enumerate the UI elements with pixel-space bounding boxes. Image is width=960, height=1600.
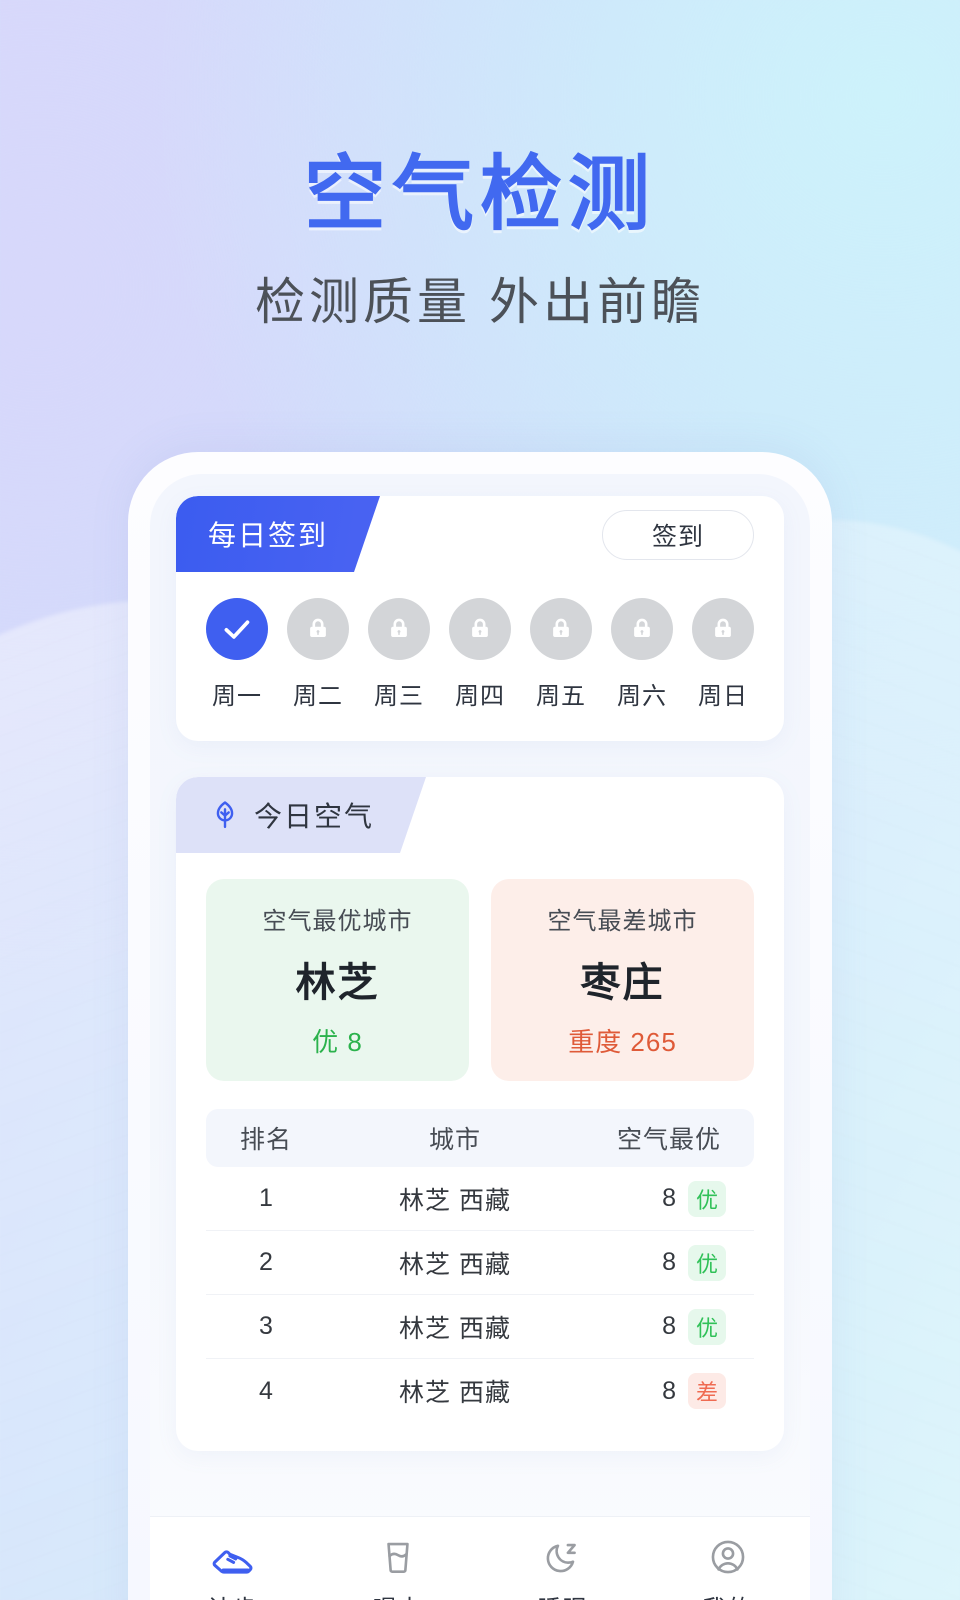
tab-shoe[interactable]: 计步 — [150, 1533, 315, 1600]
cell-air: 8优 — [584, 1308, 754, 1345]
checkin-day-label: 周六 — [617, 683, 667, 710]
moon-icon — [542, 1533, 584, 1581]
tab-glass[interactable]: 喝水 — [315, 1533, 480, 1600]
table-row[interactable]: 2 林芝 西藏 8 优 — [206, 1231, 754, 1295]
tab-label: 我的 — [703, 1589, 753, 1600]
status-badge: 差 — [687, 1373, 726, 1409]
cell-aqi-value: 8 — [662, 1376, 676, 1405]
cell-rank: 2 — [259, 1248, 273, 1276]
checkin-tab: 每日签到 — [176, 496, 380, 572]
worst-city-box[interactable]: 空气最差城市 枣庄 重度 265 — [491, 879, 754, 1081]
cell-air: 8优 — [584, 1180, 754, 1217]
tab-label: 计步 — [208, 1589, 258, 1600]
checkin-day-label: 周一 — [212, 683, 262, 710]
tab-moon[interactable]: 睡眠 — [480, 1533, 645, 1600]
checkin-day-4[interactable]: 周四 — [449, 598, 511, 711]
tab-label: 喝水 — [373, 1589, 423, 1600]
column-header-city: 城市 — [428, 1126, 481, 1154]
checkin-header: 每日签到 签到 — [176, 496, 784, 572]
checkin-day-7[interactable]: 周日 — [692, 598, 754, 711]
cell-rank: 3 — [259, 1312, 273, 1340]
cell-rank: 1 — [259, 1184, 273, 1212]
lock-icon[interactable] — [692, 598, 754, 660]
cell-aqi-value: 8 — [662, 1248, 676, 1276]
checkin-day-label: 周日 — [698, 683, 748, 710]
air-card-body: 空气最优城市 林芝 优 8 空气最差城市 枣庄 重度 265 排名 城市 空气最… — [176, 853, 784, 1451]
air-tab: 今日空气 — [176, 777, 426, 853]
checkin-day-label: 周五 — [536, 683, 586, 710]
air-summary-pair: 空气最优城市 林芝 优 8 空气最差城市 枣庄 重度 265 — [206, 879, 754, 1081]
checkin-day-label: 周二 — [293, 683, 343, 710]
today-air-card: 今日空气 空气最优城市 林芝 优 8 空气最差城市 枣庄 重度 265 排名 城… — [176, 777, 784, 1451]
tab-person[interactable]: 我的 — [645, 1533, 810, 1600]
checkin-tab-label: 每日签到 — [208, 520, 329, 551]
best-city-name: 林芝 — [295, 961, 380, 1005]
cell-aqi-value: 8 — [662, 1184, 676, 1212]
column-header-air: 空气最优 — [616, 1126, 721, 1154]
checkin-day-3[interactable]: 周三 — [368, 598, 430, 711]
checkin-day-6[interactable]: 周六 — [611, 598, 673, 711]
phone-mockup: 每日签到 签到 周一 周二 周三 周四 周五 周六 周日 今日空气 空气最优城市… — [128, 452, 832, 1600]
lock-icon[interactable] — [449, 598, 511, 660]
checkin-day-label: 周三 — [374, 683, 424, 710]
sign-in-button-label: 签到 — [651, 523, 704, 551]
worst-city-caption: 空气最差城市 — [547, 908, 698, 935]
lock-icon[interactable] — [611, 598, 673, 660]
cell-air: 8差 — [584, 1373, 754, 1409]
checkin-day-2[interactable]: 周二 — [287, 598, 349, 711]
worst-city-name: 枣庄 — [580, 961, 665, 1005]
phone-screen: 每日签到 签到 周一 周二 周三 周四 周五 周六 周日 今日空气 空气最优城市… — [150, 474, 810, 1600]
tab-label: 睡眠 — [538, 1589, 588, 1600]
page-subtitle: 检测质量 外出前瞻 — [255, 274, 705, 331]
table-row[interactable]: 1 林芝 西藏 8 优 — [206, 1167, 754, 1231]
table-row[interactable]: 3 林芝 西藏 8 优 — [206, 1295, 754, 1359]
status-badge: 优 — [687, 1180, 726, 1217]
checkin-day-1[interactable]: 周一 — [206, 598, 268, 711]
cell-city: 林芝 西藏 — [399, 1250, 511, 1279]
ranking-table-body: 1 林芝 西藏 8 优 2 林芝 西藏 8 优 3 林芝 西藏 8 优 4 林芝 西藏 8 差 — [206, 1167, 754, 1423]
cell-city: 林芝 西藏 — [399, 1186, 511, 1215]
page-title: 空气检测 — [303, 149, 656, 240]
checkin-day-label: 周四 — [455, 683, 505, 710]
check-icon[interactable] — [206, 598, 268, 660]
air-tab-label: 今日空气 — [254, 801, 375, 832]
column-header-rank: 排名 — [239, 1126, 292, 1154]
cell-aqi-value: 8 — [662, 1312, 676, 1340]
ranking-table-header: 排名 城市 空气最优 — [206, 1109, 754, 1167]
best-city-caption: 空气最优城市 — [262, 908, 413, 935]
best-city-box[interactable]: 空气最优城市 林芝 优 8 — [206, 879, 469, 1081]
lock-icon[interactable] — [530, 598, 592, 660]
lock-icon[interactable] — [368, 598, 430, 660]
cell-air: 8优 — [584, 1244, 754, 1281]
air-header: 今日空气 — [176, 777, 784, 853]
status-badge: 优 — [687, 1244, 726, 1281]
hero-section: 空气检测 检测质量 外出前瞻 — [0, 0, 960, 332]
week-strip: 周一 周二 周三 周四 周五 周六 周日 — [176, 572, 784, 741]
ranking-table: 排名 城市 空气最优 1 林芝 西藏 8 优 2 林芝 西藏 8 优 3 林芝 西藏 8 优 4 林芝 西… — [206, 1109, 754, 1423]
glass-icon — [377, 1533, 419, 1581]
shoe-icon — [210, 1533, 256, 1581]
cell-city: 林芝 西藏 — [399, 1379, 511, 1407]
bottom-tab-bar: 计步 喝水 睡眠 我的 — [150, 1516, 810, 1600]
daily-checkin-card: 每日签到 签到 周一 周二 周三 周四 周五 周六 周日 — [176, 496, 784, 741]
table-row[interactable]: 4 林芝 西藏 8 差 — [206, 1359, 754, 1423]
status-badge: 优 — [687, 1308, 726, 1345]
cell-city: 林芝 西藏 — [399, 1314, 511, 1343]
person-icon — [707, 1533, 749, 1581]
lock-icon[interactable] — [287, 598, 349, 660]
best-city-value: 优 8 — [312, 1027, 363, 1057]
checkin-day-5[interactable]: 周五 — [530, 598, 592, 711]
worst-city-value: 重度 265 — [568, 1027, 677, 1057]
sign-in-button[interactable]: 签到 — [602, 510, 754, 560]
cell-rank: 4 — [259, 1376, 273, 1405]
leaf-icon — [208, 798, 242, 832]
